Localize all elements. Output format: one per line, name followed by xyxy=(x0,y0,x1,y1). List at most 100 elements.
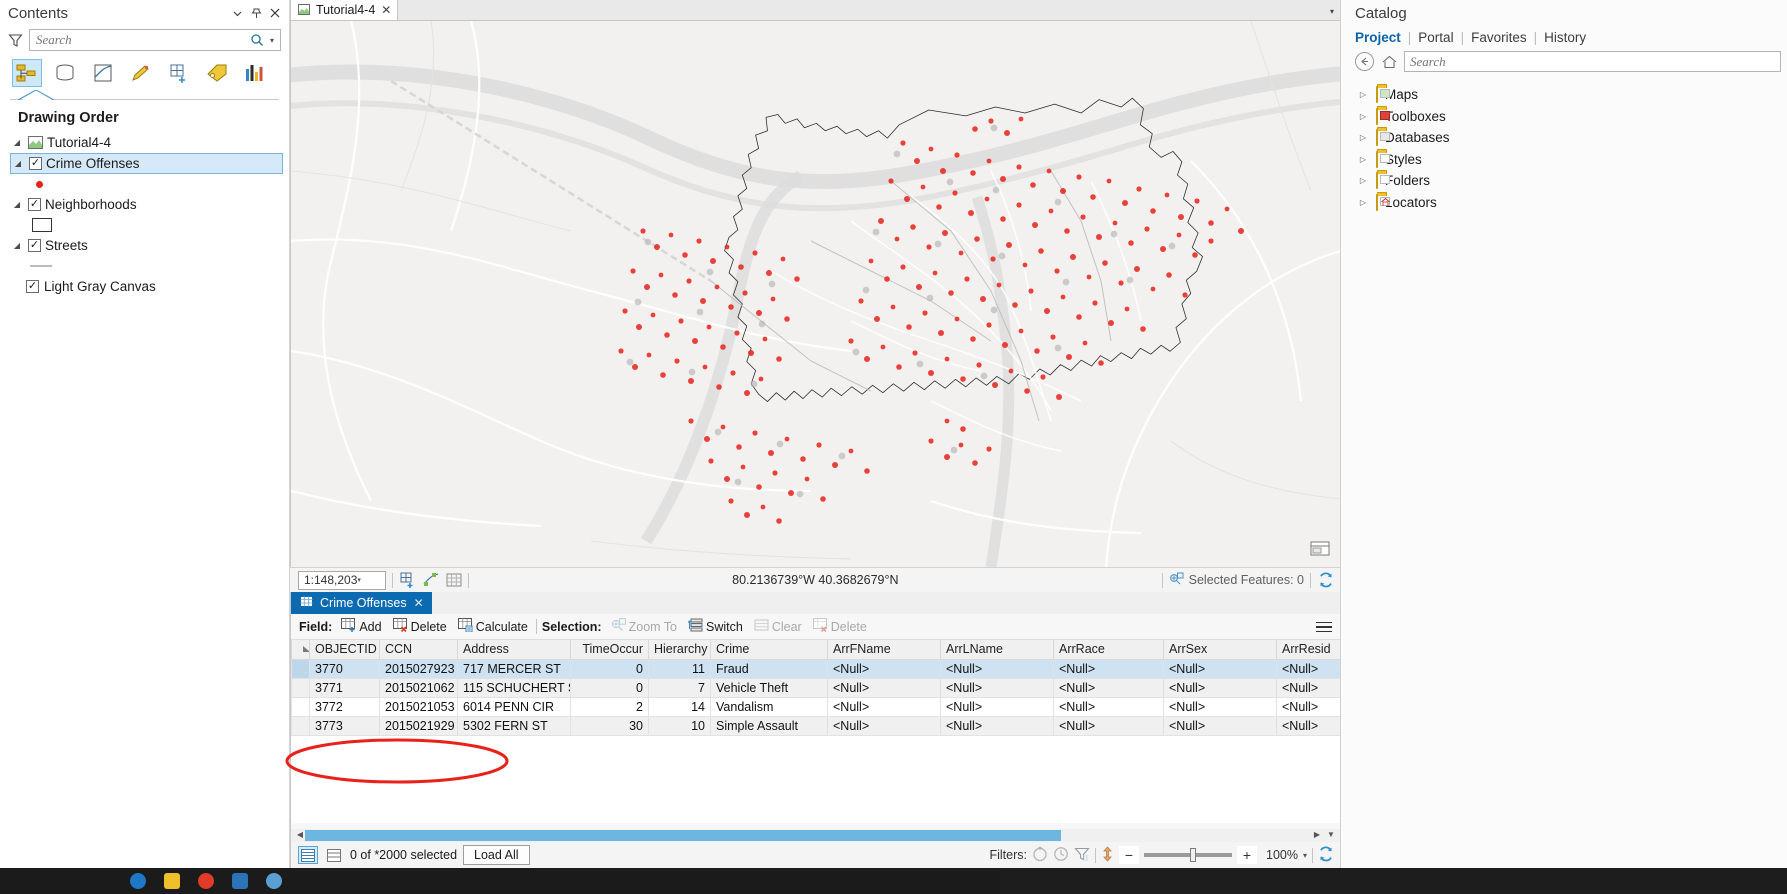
cell-hierarchy[interactable]: 11 xyxy=(648,658,711,679)
cell-arrlname[interactable]: <Null> xyxy=(940,696,1054,717)
filter-direction-icon[interactable] xyxy=(1101,845,1114,865)
map-canvas[interactable] xyxy=(290,21,1340,567)
chevron-down-icon[interactable]: ▾ xyxy=(357,576,383,584)
list-by-charts-icon[interactable] xyxy=(240,59,270,87)
map-refresh-icon[interactable] xyxy=(1317,572,1334,589)
catalog-item-toolboxes[interactable]: ▷ Toolboxes xyxy=(1341,106,1787,128)
cell-ccn[interactable]: 2015021062 xyxy=(379,677,458,698)
tab-project[interactable]: Project xyxy=(1355,30,1408,45)
column-header-hierarchy[interactable]: Hierarchy xyxy=(648,640,711,660)
basemap-grid-icon[interactable] xyxy=(445,572,462,589)
expander-icon[interactable]: ▷ xyxy=(1357,90,1369,99)
cell-hierarchy[interactable]: 7 xyxy=(648,677,711,698)
search-icon[interactable] xyxy=(248,31,266,49)
cell-arrresid[interactable]: <Null> xyxy=(1276,658,1340,679)
zoom-slider[interactable] xyxy=(1143,848,1232,862)
cell-crime[interactable]: Vandalism xyxy=(710,696,828,717)
search-input-wrapper[interactable]: ▾ xyxy=(29,29,281,51)
cell-ccn[interactable]: 2015021929 xyxy=(379,715,458,736)
cell-arrfname[interactable]: <Null> xyxy=(827,696,941,717)
list-by-labeling-icon[interactable] xyxy=(202,59,232,87)
list-by-snapping-icon[interactable] xyxy=(164,59,194,87)
catalog-item-folders[interactable]: ▷ Folders xyxy=(1341,170,1787,192)
row-selector[interactable] xyxy=(291,658,310,679)
table-view-button[interactable] xyxy=(298,846,318,864)
cell-arrresid[interactable]: <Null> xyxy=(1276,677,1340,698)
column-header-arrsex[interactable]: ArrSex xyxy=(1163,640,1277,660)
layer-checkbox-streets[interactable]: ✓ xyxy=(28,239,41,252)
cell-arrrace[interactable]: <Null> xyxy=(1053,658,1164,679)
select-features-icon[interactable] xyxy=(422,572,439,589)
cell-arrrace[interactable]: <Null> xyxy=(1053,696,1164,717)
tab-favorites[interactable]: Favorites xyxy=(1464,30,1534,45)
column-header-ccn[interactable]: CCN xyxy=(379,640,458,660)
filter-time-icon[interactable] xyxy=(1053,846,1069,865)
filter-extent-icon[interactable] xyxy=(1074,846,1090,865)
scroll-right-icon[interactable]: ▶ xyxy=(1310,830,1324,839)
taskbar-app-icon[interactable] xyxy=(198,873,214,889)
switch-selection-button[interactable]: Switch xyxy=(685,617,746,636)
catalog-item-locators[interactable]: ▷ Locators xyxy=(1341,192,1787,214)
cell-arrresid[interactable]: <Null> xyxy=(1276,715,1340,736)
catalog-search-input-wrapper[interactable] xyxy=(1404,51,1781,72)
table-row[interactable]: 3771 2015021062 115 SCHUCHERT ST 0 7 Veh… xyxy=(291,677,1340,698)
list-by-drawing-order-icon[interactable] xyxy=(12,59,42,87)
taskbar-arcgis-icon[interactable] xyxy=(266,873,282,889)
row-header-corner[interactable] xyxy=(291,640,310,660)
sidebar-item-light-gray-canvas[interactable]: ✓ Light Gray Canvas xyxy=(0,276,289,297)
cell-arrsex[interactable]: <Null> xyxy=(1163,715,1277,736)
cell-crime[interactable]: Fraud xyxy=(710,658,828,679)
hscroll-thumb[interactable] xyxy=(305,830,1061,841)
taskbar-browser-icon[interactable] xyxy=(130,873,146,889)
expander-icon[interactable]: ▷ xyxy=(1357,112,1369,121)
column-header-arrlname[interactable]: ArrLName xyxy=(940,640,1054,660)
contents-pin-icon[interactable] xyxy=(248,5,264,21)
tab-crime-offenses-table[interactable]: Crime Offenses ✕ xyxy=(291,592,432,614)
cell-arrsex[interactable]: <Null> xyxy=(1163,677,1277,698)
contents-menu-dropdown-icon[interactable] xyxy=(229,5,245,21)
cell-crime[interactable]: Simple Assault xyxy=(710,715,828,736)
home-icon[interactable] xyxy=(1380,53,1398,71)
cell-ccn[interactable]: 2015027923 xyxy=(379,658,458,679)
tab-tutorial4-4[interactable]: Tutorial4-4 ✕ xyxy=(290,0,399,20)
cell-address[interactable]: 115 SCHUCHERT ST xyxy=(457,677,571,698)
catalog-item-maps[interactable]: ▷ Maps xyxy=(1341,84,1787,106)
zoom-slider-knob[interactable] xyxy=(1189,848,1196,862)
related-view-button[interactable] xyxy=(324,846,344,864)
cell-arrfname[interactable]: <Null> xyxy=(827,677,941,698)
contents-close-icon[interactable] xyxy=(267,5,283,21)
layer-checkbox-light-gray-canvas[interactable]: ✓ xyxy=(26,280,39,293)
cell-arrsex[interactable]: <Null> xyxy=(1163,696,1277,717)
tab-history[interactable]: History xyxy=(1537,30,1593,45)
map-snapshot-icon[interactable] xyxy=(1310,539,1330,557)
field-calculate-button[interactable]: Calculate xyxy=(455,617,531,636)
column-header-arrrace[interactable]: ArrRace xyxy=(1053,640,1164,660)
search-input[interactable] xyxy=(36,32,248,48)
expander-icon[interactable]: ◢ xyxy=(10,138,24,147)
search-dropdown-icon[interactable]: ▾ xyxy=(266,36,278,45)
column-header-crime[interactable]: Crime xyxy=(710,640,828,660)
table-row[interactable]: 3772 2015021053 6014 PENN CIR 2 14 Vanda… xyxy=(291,696,1340,717)
sidebar-item-neighborhoods[interactable]: ◢ ✓ Neighborhoods xyxy=(0,194,289,215)
add-data-icon[interactable] xyxy=(399,572,416,589)
cell-address[interactable]: 6014 PENN CIR xyxy=(457,696,571,717)
cell-ccn[interactable]: 2015021053 xyxy=(379,696,458,717)
cell-arrrace[interactable]: <Null> xyxy=(1053,677,1164,698)
list-by-editing-icon[interactable] xyxy=(126,59,156,87)
zoom-out-button[interactable]: − xyxy=(1118,846,1139,864)
cell-timeoccur[interactable]: 0 xyxy=(570,677,649,698)
zoom-in-button[interactable]: + xyxy=(1236,846,1257,864)
column-header-arrresid[interactable]: ArrResid xyxy=(1276,640,1340,660)
cell-arrrace[interactable]: <Null> xyxy=(1053,715,1164,736)
cell-objectid[interactable]: 3773 xyxy=(309,715,380,736)
tab-portal[interactable]: Portal xyxy=(1411,30,1460,45)
hscroll-track[interactable]: ◀ ▶ ▼ xyxy=(291,829,1340,842)
table-row[interactable]: 3770 2015027923 717 MERCER ST 0 11 Fraud… xyxy=(291,658,1340,679)
cell-hierarchy[interactable]: 10 xyxy=(648,715,711,736)
table-row[interactable]: 3773 2015021929 5302 FERN ST 30 10 Simpl… xyxy=(291,715,1340,736)
taskbar-explorer-icon[interactable] xyxy=(164,873,180,889)
table-refresh-icon[interactable] xyxy=(1318,845,1334,865)
cell-address[interactable]: 717 MERCER ST xyxy=(457,658,571,679)
load-all-button[interactable]: Load All xyxy=(463,845,530,865)
cell-objectid[interactable]: 3772 xyxy=(309,696,380,717)
